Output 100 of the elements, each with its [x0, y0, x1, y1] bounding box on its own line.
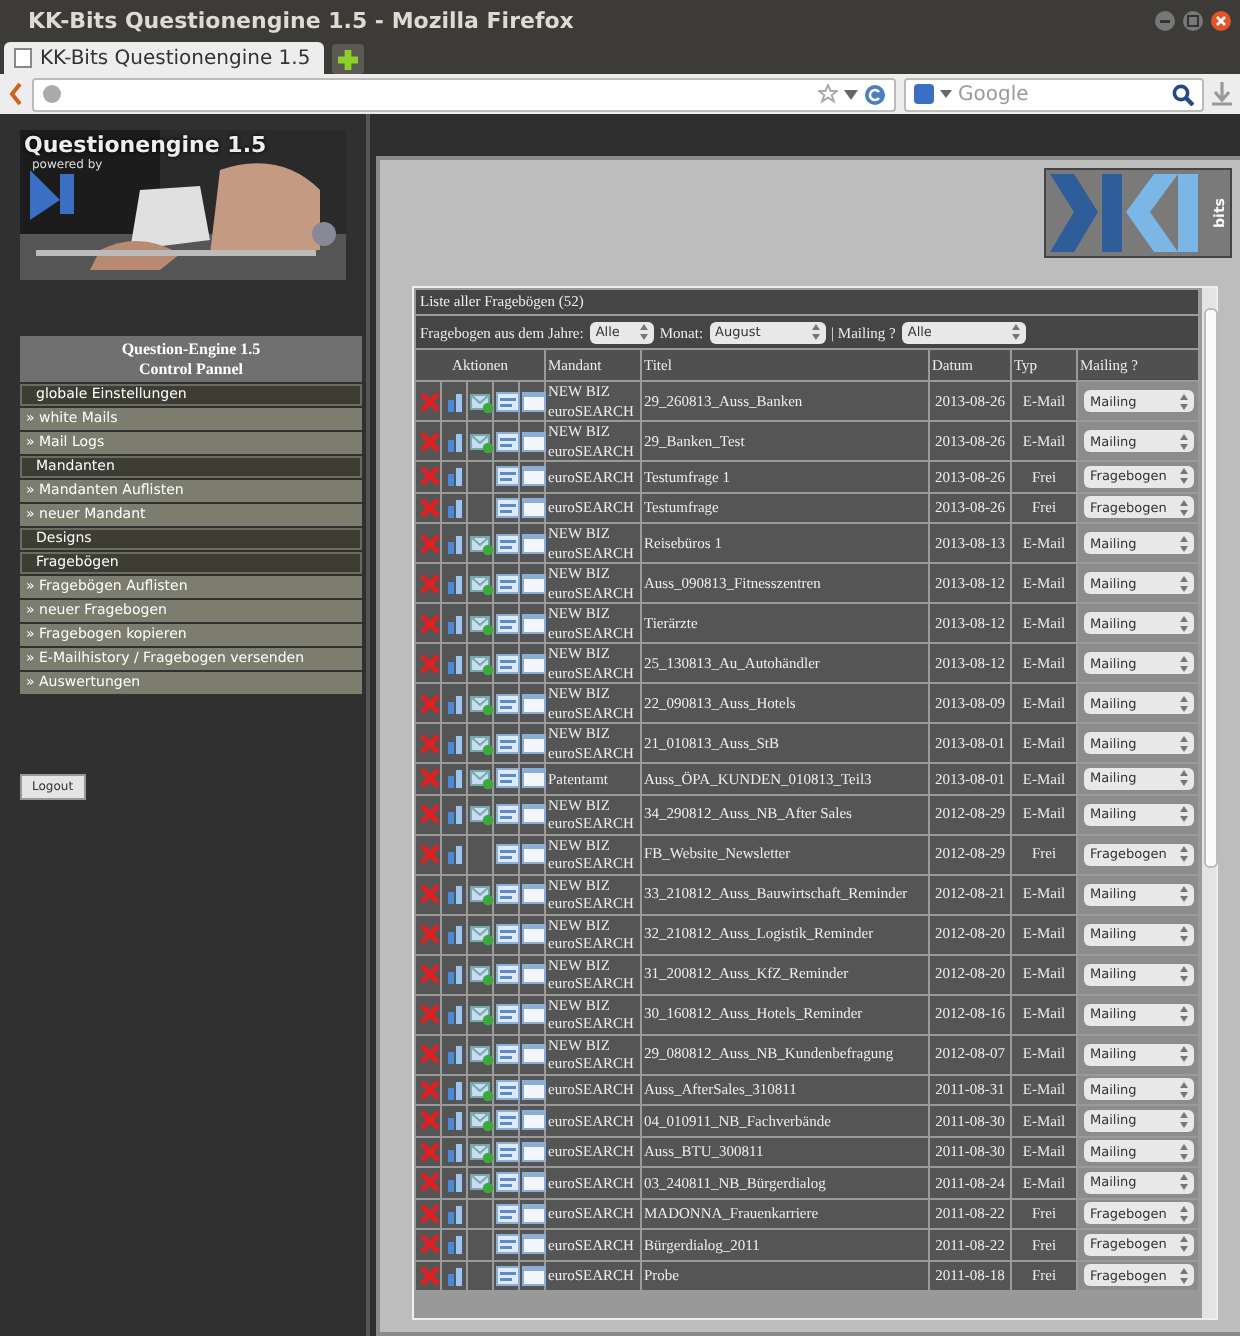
delete-icon[interactable]	[418, 531, 442, 555]
envelope-icon[interactable]	[470, 611, 494, 635]
star-icon[interactable]	[818, 84, 838, 104]
delete-icon[interactable]	[418, 1232, 442, 1257]
window-icon[interactable]	[522, 766, 546, 791]
bar-chart-icon[interactable]	[444, 611, 468, 635]
window-icon[interactable]	[522, 1170, 546, 1195]
bar-chart-icon[interactable]	[444, 962, 468, 986]
form-icon[interactable]	[496, 1042, 520, 1066]
form-icon[interactable]	[496, 495, 520, 520]
window-icon[interactable]	[522, 731, 546, 755]
bar-chart-icon[interactable]	[444, 882, 468, 906]
bar-chart-icon[interactable]	[444, 1077, 468, 1102]
window-icon[interactable]	[522, 882, 546, 906]
delete-icon[interactable]	[418, 389, 442, 413]
delete-icon[interactable]	[418, 766, 442, 791]
back-icon[interactable]	[8, 82, 24, 106]
envelope-icon[interactable]	[470, 1042, 494, 1066]
form-icon[interactable]	[496, 531, 520, 555]
delete-icon[interactable]	[418, 495, 442, 520]
form-icon[interactable]	[496, 429, 520, 453]
form-icon[interactable]	[496, 766, 520, 791]
close-icon[interactable]	[1210, 9, 1232, 31]
window-icon[interactable]	[522, 691, 546, 715]
bar-chart-icon[interactable]	[444, 1139, 468, 1164]
window-icon[interactable]	[522, 1232, 546, 1257]
delete-icon[interactable]	[418, 1170, 442, 1195]
bar-chart-icon[interactable]	[444, 922, 468, 946]
window-icon[interactable]	[522, 962, 546, 986]
delete-icon[interactable]	[418, 571, 442, 595]
envelope-icon[interactable]	[470, 1002, 494, 1026]
delete-icon[interactable]	[418, 1042, 442, 1066]
form-icon[interactable]	[496, 802, 520, 826]
form-icon[interactable]	[496, 1108, 520, 1133]
delete-icon[interactable]	[418, 1108, 442, 1133]
window-icon[interactable]	[522, 1002, 546, 1026]
bar-chart-icon[interactable]	[444, 429, 468, 453]
minimize-icon[interactable]	[1154, 9, 1176, 31]
window-icon[interactable]	[522, 1077, 546, 1102]
delete-icon[interactable]	[418, 842, 442, 866]
form-icon[interactable]	[496, 1077, 520, 1102]
form-icon[interactable]	[496, 1201, 520, 1226]
bar-chart-icon[interactable]	[444, 495, 468, 520]
bar-chart-icon[interactable]	[444, 1002, 468, 1026]
window-icon[interactable]	[522, 531, 546, 555]
envelope-icon[interactable]	[470, 1108, 494, 1133]
envelope-icon[interactable]	[470, 389, 494, 413]
window-icon[interactable]	[522, 571, 546, 595]
envelope-icon[interactable]	[470, 731, 494, 755]
envelope-icon[interactable]	[470, 766, 494, 791]
form-icon[interactable]	[496, 842, 520, 866]
bar-chart-icon[interactable]	[444, 389, 468, 413]
window-icon[interactable]	[522, 1042, 546, 1066]
bar-chart-icon[interactable]	[444, 766, 468, 791]
form-icon[interactable]	[496, 1002, 520, 1026]
form-icon[interactable]	[496, 389, 520, 413]
bar-chart-icon[interactable]	[444, 731, 468, 755]
delete-icon[interactable]	[418, 464, 442, 489]
window-icon[interactable]	[522, 922, 546, 946]
window-icon[interactable]	[522, 611, 546, 635]
window-icon[interactable]	[522, 651, 546, 675]
envelope-icon[interactable]	[470, 1170, 494, 1195]
form-icon[interactable]	[496, 1232, 520, 1257]
form-icon[interactable]	[496, 464, 520, 489]
scrollbar[interactable]	[1202, 288, 1216, 1318]
dropdown-icon[interactable]	[940, 90, 952, 98]
delete-icon[interactable]	[418, 1002, 442, 1026]
bar-chart-icon[interactable]	[444, 464, 468, 489]
envelope-icon[interactable]	[470, 429, 494, 453]
envelope-icon[interactable]	[470, 1077, 494, 1102]
form-icon[interactable]	[496, 691, 520, 715]
delete-icon[interactable]	[418, 611, 442, 635]
delete-icon[interactable]	[418, 802, 442, 826]
bar-chart-icon[interactable]	[444, 1042, 468, 1066]
envelope-icon[interactable]	[470, 651, 494, 675]
delete-icon[interactable]	[418, 731, 442, 755]
delete-icon[interactable]	[418, 429, 442, 453]
window-icon[interactable]	[522, 1263, 546, 1288]
bar-chart-icon[interactable]	[444, 842, 468, 866]
form-icon[interactable]	[496, 962, 520, 986]
bar-chart-icon[interactable]	[444, 1201, 468, 1226]
delete-icon[interactable]	[418, 1077, 442, 1102]
bar-chart-icon[interactable]	[444, 1263, 468, 1288]
envelope-icon[interactable]	[470, 962, 494, 986]
bar-chart-icon[interactable]	[444, 691, 468, 715]
delete-icon[interactable]	[418, 922, 442, 946]
address-field[interactable]	[32, 77, 896, 111]
delete-icon[interactable]	[418, 1201, 442, 1226]
envelope-icon[interactable]	[470, 922, 494, 946]
envelope-icon[interactable]	[470, 531, 494, 555]
delete-icon[interactable]	[418, 962, 442, 986]
bar-chart-icon[interactable]	[444, 531, 468, 555]
form-icon[interactable]	[496, 731, 520, 755]
window-icon[interactable]	[522, 802, 546, 826]
form-icon[interactable]	[496, 1263, 520, 1288]
envelope-icon[interactable]	[470, 1139, 494, 1164]
window-icon[interactable]	[522, 1201, 546, 1226]
window-icon[interactable]	[522, 1108, 546, 1133]
delete-icon[interactable]	[418, 882, 442, 906]
delete-icon[interactable]	[418, 651, 442, 675]
